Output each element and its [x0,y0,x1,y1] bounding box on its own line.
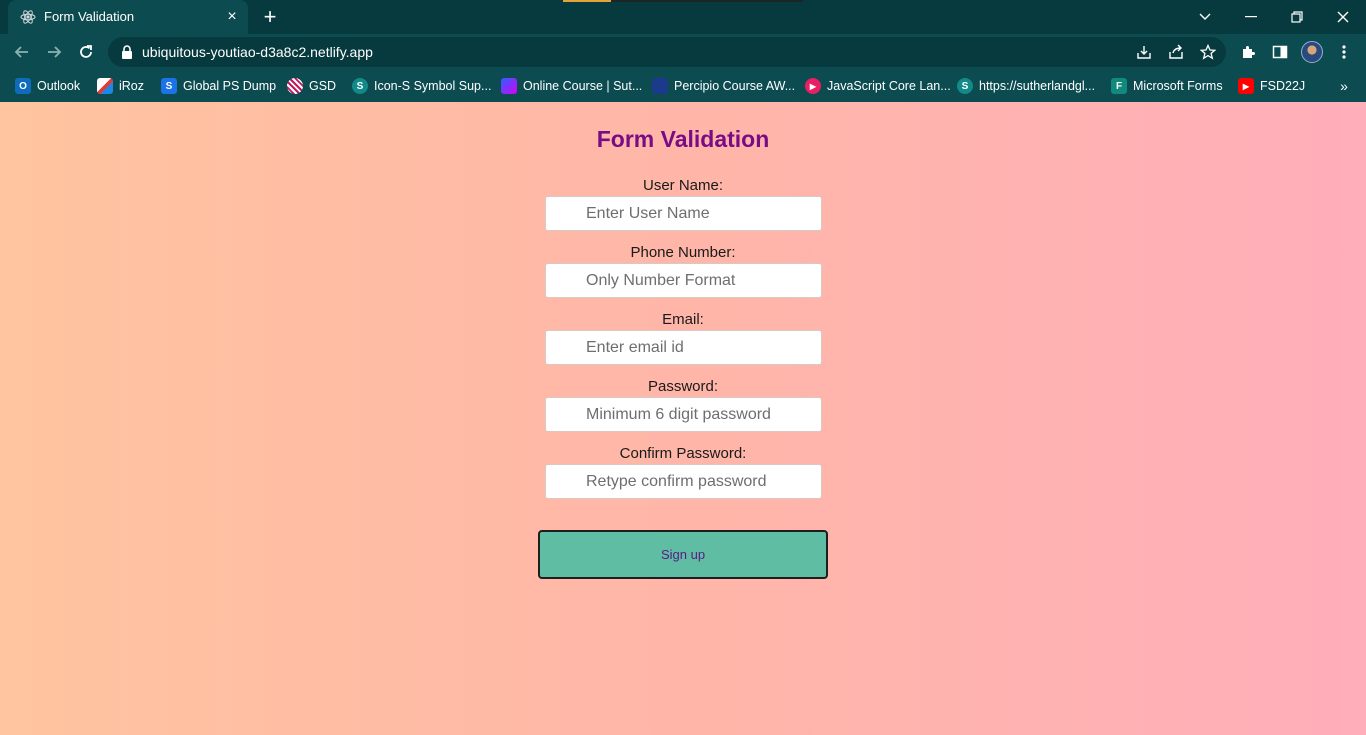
tab-strip: Form Validation × + [0,0,1366,34]
page-content: Form Validation User Name: Phone Number:… [0,102,1366,735]
bookmarks-bar: O Outlook iRoz S Global PS Dump GSD S Ic… [0,70,1366,102]
tab-title: Form Validation [44,9,135,24]
bookmarks-overflow-icon[interactable]: » [1334,70,1354,102]
password-input[interactable] [545,397,822,432]
bookmark-label: Global PS Dump [183,79,277,93]
close-tab-icon[interactable]: × [222,7,242,27]
url-text[interactable]: ubiquitous-youtiao-d3a8c2.netlify.app [142,44,373,60]
restore-icon[interactable] [1274,0,1320,34]
iroz-icon [97,78,113,94]
more-menu-icon[interactable] [1333,41,1355,63]
bookmark-label: Outlook [37,79,81,93]
back-icon[interactable] [8,38,36,66]
youtube-icon: ▶ [1238,78,1254,94]
gsd-icon [287,78,303,94]
bookmark-outlook[interactable]: O Outlook [15,70,80,102]
email-label: Email: [662,311,704,328]
confirm-password-label: Confirm Password: [619,445,747,462]
new-tab-button[interactable]: + [258,6,282,28]
extensions-puzzle-icon[interactable] [1237,41,1259,63]
tab-search-chevron-icon[interactable] [1182,0,1228,34]
minimize-icon[interactable] [1228,0,1274,34]
bookmark-label: GSD [309,79,337,93]
phone-label: Phone Number: [630,244,736,261]
lock-icon[interactable] [120,44,134,60]
bookmark-gsd[interactable]: GSD [287,70,336,102]
bookmark-online-course[interactable]: Online Course | Sut... [501,70,642,102]
course-icon [501,78,517,94]
sign-up-button[interactable]: Sign up [538,530,828,579]
forms-icon: F [1111,78,1127,94]
bookmark-global-ps-dump[interactable]: S Global PS Dump [161,70,276,102]
bookmark-label: Percipio Course AW... [674,79,796,93]
sharepoint-icon: S [161,78,177,94]
install-icon[interactable] [1134,42,1154,62]
bookmark-label: JavaScript Core Lan... [827,79,951,93]
bookmark-label: Icon-S Symbol Sup... [374,79,492,93]
outlook-icon: O [15,78,31,94]
side-panel-icon[interactable] [1269,41,1291,63]
confirm-password-input[interactable] [545,464,822,499]
email-input[interactable] [545,330,822,365]
bookmark-sutherland[interactable]: S https://sutherlandgl... [957,70,1095,102]
page-title: Form Validation [596,126,770,152]
bookmark-star-icon[interactable] [1198,42,1218,62]
address-bar[interactable]: ubiquitous-youtiao-d3a8c2.netlify.app [108,37,1226,67]
bookmark-label: Microsoft Forms [1133,79,1223,93]
bookmark-icon-s-symbol[interactable]: S Icon-S Symbol Sup... [352,70,491,102]
username-label: User Name: [642,177,724,194]
bookmark-label: https://sutherlandgl... [979,79,1096,93]
phone-input[interactable] [545,263,822,298]
browser-tab[interactable]: Form Validation × [8,0,248,34]
forward-icon[interactable] [40,38,68,66]
play-icon: ▶ [805,78,821,94]
username-input[interactable] [545,196,822,231]
react-icon [20,9,36,25]
window-accent [563,0,611,2]
bookmark-label: FSD22J [1260,79,1306,93]
password-label: Password: [647,378,719,395]
bookmark-label: iRoz [119,79,145,93]
percipio-icon [652,78,668,94]
sharepoint-icon: S [352,78,368,94]
window-accent-dark [611,0,803,2]
bookmark-microsoft-forms[interactable]: F Microsoft Forms [1111,70,1223,102]
bookmark-label: Online Course | Sut... [523,79,643,93]
sharepoint-icon: S [957,78,973,94]
profile-avatar[interactable] [1301,41,1323,63]
bookmark-javascript-core[interactable]: ▶ JavaScript Core Lan... [805,70,951,102]
reload-icon[interactable] [72,38,100,66]
browser-toolbar: ubiquitous-youtiao-d3a8c2.netlify.app [0,34,1366,70]
bookmark-percipio[interactable]: Percipio Course AW... [652,70,795,102]
close-window-icon[interactable] [1320,0,1366,34]
bookmark-fsd22j[interactable]: ▶ FSD22J [1238,70,1305,102]
bookmark-iroz[interactable]: iRoz [97,70,144,102]
share-icon[interactable] [1166,42,1186,62]
